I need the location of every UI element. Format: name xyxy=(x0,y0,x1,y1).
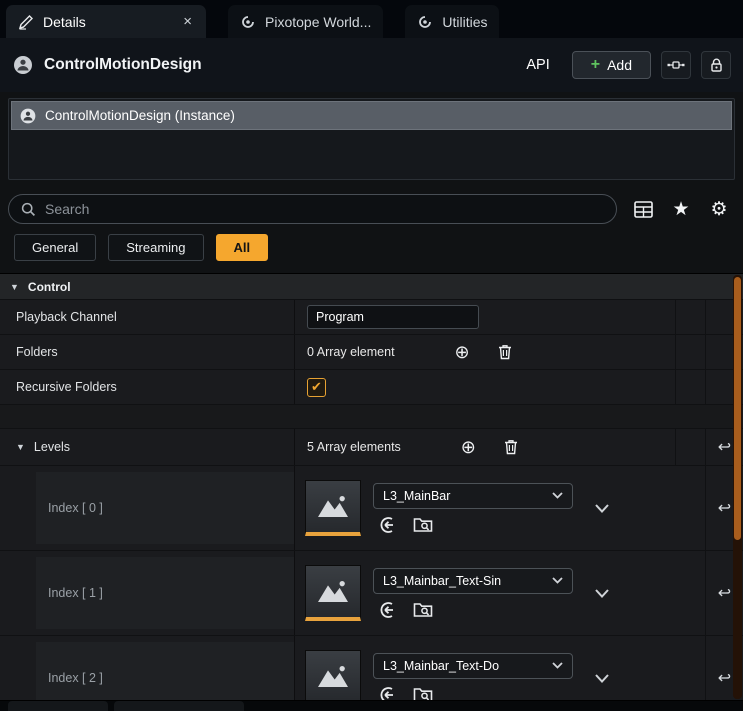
use-selected-asset-icon[interactable] xyxy=(377,516,397,534)
page-title: ControlMotionDesign xyxy=(44,56,202,74)
expand-chevron-icon[interactable] xyxy=(595,589,609,598)
asset-thumbnail[interactable] xyxy=(305,565,361,621)
actor-icon xyxy=(12,54,34,76)
category-control-label: Control xyxy=(28,280,71,294)
scrollbar-thumb[interactable] xyxy=(734,277,741,540)
browse-to-asset-icon[interactable] xyxy=(413,686,433,700)
browse-to-asset-icon[interactable] xyxy=(413,601,433,618)
browse-to-asset-icon[interactable] xyxy=(413,516,433,533)
level-0-index-label: Index [ 0 ] xyxy=(36,472,294,544)
search-icon xyxy=(21,202,36,217)
actor-icon xyxy=(19,107,37,125)
lock-icon[interactable] xyxy=(701,51,731,79)
api-button[interactable]: API xyxy=(514,53,561,77)
asset-dropdown[interactable]: L3_MainBar xyxy=(373,483,573,509)
add-button-label: Add xyxy=(607,57,632,73)
row-folders: Folders 0 Array element ⊕ xyxy=(0,335,743,370)
filter-general-button[interactable]: General xyxy=(14,234,96,261)
chevron-down-icon[interactable]: ▼ xyxy=(16,442,25,452)
pixotope-logo-icon xyxy=(240,14,256,30)
row-recursive-folders: Recursive Folders ✔ xyxy=(0,370,743,405)
details-header: ControlMotionDesign API + Add xyxy=(0,38,743,92)
search-box[interactable] xyxy=(8,194,617,224)
level-row-0: Index [ 0 ] L3_MainBar xyxy=(0,466,743,551)
favorites-star-icon[interactable]: ★ xyxy=(669,197,693,221)
levels-label: Levels xyxy=(34,440,70,454)
reset-to-default-icon[interactable]: ↩ xyxy=(718,498,731,518)
search-input[interactable] xyxy=(45,201,604,217)
close-icon[interactable]: × xyxy=(181,14,194,29)
asset-thumbnail[interactable] xyxy=(305,480,361,536)
search-row: ★ ⚙ xyxy=(0,182,743,230)
folders-label: Folders xyxy=(0,335,295,369)
asset-dropdown-value: L3_Mainbar_Text-Do xyxy=(383,659,499,673)
level-row-2: Index [ 2 ] L3_Mainbar_Text-Do xyxy=(0,636,743,700)
tab-bar: Details × Pixotope World... Utilities xyxy=(0,0,743,38)
folders-array-count: 0 Array element xyxy=(307,345,395,359)
recursive-folders-label: Recursive Folders xyxy=(0,370,295,404)
blueprint-node-icon[interactable] xyxy=(661,51,691,79)
playback-channel-label: Playback Channel xyxy=(0,300,295,334)
recursive-folders-checkbox[interactable]: ✔ xyxy=(307,378,326,397)
view-options-grid-icon[interactable] xyxy=(631,197,655,221)
level-2-index-label: Index [ 2 ] xyxy=(36,642,294,700)
plus-icon: + xyxy=(591,57,600,73)
playback-channel-input[interactable] xyxy=(307,305,479,329)
instance-list-panel: ControlMotionDesign (Instance) xyxy=(8,98,735,180)
tab-pixotope-world-label: Pixotope World... xyxy=(265,14,371,30)
tab-details-label: Details xyxy=(43,14,86,30)
pixotope-logo-icon xyxy=(417,14,433,30)
asset-dropdown[interactable]: L3_Mainbar_Text-Sin xyxy=(373,568,573,594)
properties-panel: ▼ Control Playback Channel Folders 0 Arr… xyxy=(0,273,743,700)
levels-array-count: 5 Array elements xyxy=(307,440,401,454)
chevron-down-icon xyxy=(552,492,563,499)
add-element-icon[interactable]: ⊕ xyxy=(455,343,470,361)
add-element-icon[interactable]: ⊕ xyxy=(461,438,476,456)
bottom-panel-edge xyxy=(0,700,743,711)
tab-utilities[interactable]: Utilities xyxy=(405,5,499,38)
level-row-1: Index [ 1 ] L3_Mainbar_Text-Sin xyxy=(0,551,743,636)
filter-streaming-button[interactable]: Streaming xyxy=(108,234,203,261)
instance-row[interactable]: ControlMotionDesign (Instance) xyxy=(11,101,732,130)
use-selected-asset-icon[interactable] xyxy=(377,601,397,619)
level-1-index-label: Index [ 1 ] xyxy=(36,557,294,629)
chevron-down-icon xyxy=(552,577,563,584)
asset-dropdown[interactable]: L3_Mainbar_Text-Do xyxy=(373,653,573,679)
filter-row: General Streaming All xyxy=(0,230,743,273)
settings-gear-icon[interactable]: ⚙ xyxy=(707,197,731,221)
use-selected-asset-icon[interactable] xyxy=(377,686,397,701)
row-playback-channel: Playback Channel xyxy=(0,300,743,335)
expand-chevron-icon[interactable] xyxy=(595,504,609,513)
reset-to-default-icon[interactable]: ↩ xyxy=(718,437,731,457)
check-icon: ✔ xyxy=(311,379,322,395)
tab-utilities-label: Utilities xyxy=(442,14,487,30)
expand-chevron-icon[interactable] xyxy=(595,674,609,683)
tab-details[interactable]: Details × xyxy=(6,5,206,38)
filter-all-button[interactable]: All xyxy=(216,234,269,261)
asset-thumbnail[interactable] xyxy=(305,650,361,700)
row-levels: ▼ Levels 5 Array elements ⊕ ↩ xyxy=(0,429,743,466)
details-pencil-icon xyxy=(18,14,34,30)
bottom-tab-sliver xyxy=(114,701,244,711)
instance-row-label: ControlMotionDesign (Instance) xyxy=(45,108,235,123)
vertical-scrollbar[interactable] xyxy=(733,275,742,699)
reset-to-default-icon[interactable]: ↩ xyxy=(718,583,731,603)
add-button[interactable]: + Add xyxy=(572,51,651,79)
category-control[interactable]: ▼ Control xyxy=(0,274,743,300)
asset-dropdown-value: L3_Mainbar_Text-Sin xyxy=(383,574,501,588)
chevron-down-icon: ▼ xyxy=(10,282,19,292)
trash-icon[interactable] xyxy=(504,439,518,455)
bottom-tab-sliver xyxy=(8,701,108,711)
trash-icon[interactable] xyxy=(498,344,512,360)
row-spacer xyxy=(0,405,743,429)
tab-pixotope-world[interactable]: Pixotope World... xyxy=(228,5,383,38)
reset-to-default-icon[interactable]: ↩ xyxy=(718,668,731,688)
asset-dropdown-value: L3_MainBar xyxy=(383,489,450,503)
chevron-down-icon xyxy=(552,662,563,669)
